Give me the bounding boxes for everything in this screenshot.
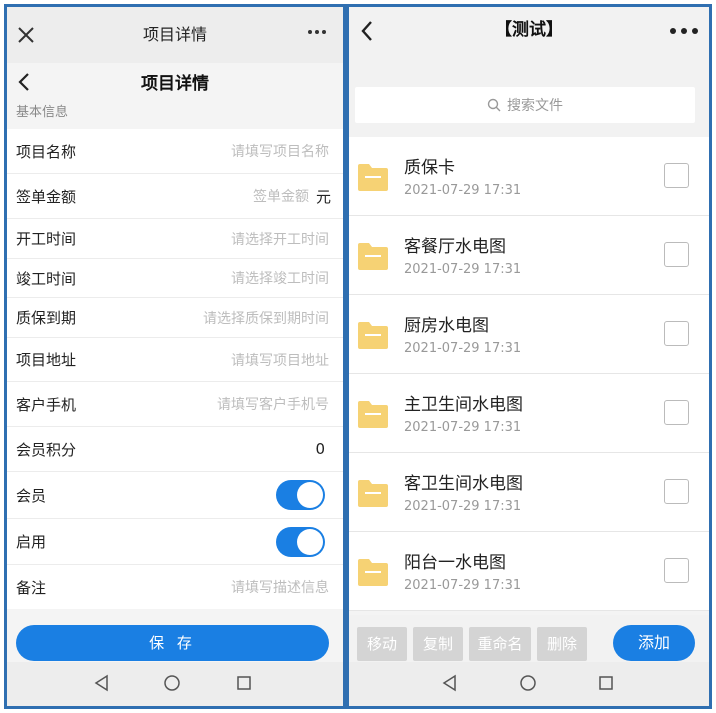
enabled-toggle[interactable] xyxy=(276,526,325,557)
nav-back-icon[interactable] xyxy=(441,674,459,692)
select-checkbox[interactable] xyxy=(664,321,689,346)
toggle-knob xyxy=(297,528,323,555)
field-remarks[interactable]: 备注 请填写描述信息 xyxy=(7,565,343,609)
file-name: 客卫生间水电图 xyxy=(404,474,523,494)
list-item[interactable]: 厨房水电图 2021-07-29 17:31 xyxy=(349,295,709,374)
list-item[interactable]: 客餐厅水电图 2021-07-29 17:31 xyxy=(349,216,709,295)
move-button[interactable]: 移动 xyxy=(357,627,407,661)
project-name-input[interactable]: 请填写项目名称 xyxy=(231,129,329,173)
delete-button[interactable]: 删除 xyxy=(537,627,587,661)
remarks-input[interactable]: 请填写描述信息 xyxy=(231,565,329,609)
completion-time-picker[interactable]: 请选择竣工时间 xyxy=(231,259,329,297)
field-warranty-expiry[interactable]: 质保到期 请选择质保到期时间 xyxy=(7,298,343,338)
file-list-screen: 【测试】 搜索文件 质保卡 2021-07-29 17:31 客餐厅水电图 20… xyxy=(346,4,712,709)
add-button[interactable]: 添加 xyxy=(613,625,695,661)
field-label: 项目名称 xyxy=(16,142,77,161)
search-area: 搜索文件 xyxy=(349,81,709,137)
folder-icon xyxy=(358,559,388,586)
member-toggle[interactable] xyxy=(276,480,325,510)
page-header: 项目详情 xyxy=(7,63,343,101)
toggle-knob xyxy=(297,482,323,508)
list-item[interactable]: 质保卡 2021-07-29 17:31 xyxy=(349,137,709,216)
warranty-expiry-picker[interactable]: 请选择质保到期时间 xyxy=(203,298,329,337)
folder-icon xyxy=(358,401,388,428)
folder-icon xyxy=(358,480,388,507)
contract-amount-input[interactable]: 签单金额 xyxy=(253,174,309,218)
page-title: 项目详情 xyxy=(141,74,209,94)
file-date: 2021-07-29 17:31 xyxy=(404,183,522,198)
field-contract-amount[interactable]: 签单金额 签单金额 元 xyxy=(7,174,343,219)
system-nav-bar xyxy=(7,662,343,706)
file-name: 客餐厅水电图 xyxy=(404,237,506,257)
select-checkbox[interactable] xyxy=(664,242,689,267)
file-name: 厨房水电图 xyxy=(404,316,489,336)
rename-button[interactable]: 重命名 xyxy=(469,627,531,661)
topbar-title: 项目详情 xyxy=(142,25,207,44)
currency-unit: 元 xyxy=(315,187,331,206)
nav-home-icon[interactable] xyxy=(519,674,537,692)
nav-recents-icon[interactable] xyxy=(597,674,615,692)
folder-icon xyxy=(358,164,388,191)
field-start-time[interactable]: 开工时间 请选择开工时间 xyxy=(7,219,343,259)
field-member: 会员 xyxy=(7,472,343,519)
select-checkbox[interactable] xyxy=(664,558,689,583)
field-enabled: 启用 xyxy=(7,519,343,565)
action-toolbar: 移动 复制 重命名 删除 添加 xyxy=(349,615,709,667)
field-label: 竣工时间 xyxy=(16,269,77,288)
select-checkbox[interactable] xyxy=(664,479,689,504)
save-button[interactable]: 保 存 xyxy=(16,625,329,661)
field-label: 会员 xyxy=(16,486,47,505)
more-icon[interactable] xyxy=(307,29,327,35)
field-project-name[interactable]: 项目名称 请填写项目名称 xyxy=(7,129,343,174)
folder-icon xyxy=(358,243,388,270)
project-address-input[interactable]: 请填写项目地址 xyxy=(231,338,329,381)
file-date: 2021-07-29 17:31 xyxy=(404,578,522,593)
file-date: 2021-07-29 17:31 xyxy=(404,341,522,356)
file-name: 质保卡 xyxy=(404,158,455,178)
field-completion-time[interactable]: 竣工时间 请选择竣工时间 xyxy=(7,259,343,298)
field-label: 客户手机 xyxy=(16,395,77,414)
app-topbar: 项目详情 xyxy=(7,7,343,63)
page-header: 【测试】 xyxy=(349,7,709,81)
file-date: 2021-07-29 17:31 xyxy=(404,262,522,277)
field-project-address[interactable]: 项目地址 请填写项目地址 xyxy=(7,338,343,382)
page-title: 【测试】 xyxy=(495,20,563,40)
file-name: 阳台一水电图 xyxy=(404,553,506,573)
more-icon[interactable] xyxy=(669,27,699,35)
member-points-value: 0 xyxy=(315,440,325,458)
field-label: 开工时间 xyxy=(16,230,77,248)
search-icon xyxy=(487,98,501,112)
list-item[interactable]: 主卫生间水电图 2021-07-29 17:31 xyxy=(349,374,709,453)
nav-recents-icon[interactable] xyxy=(235,674,253,692)
field-customer-phone[interactable]: 客户手机 请填写客户手机号 xyxy=(7,382,343,427)
start-time-picker[interactable]: 请选择开工时间 xyxy=(231,219,329,258)
list-item[interactable]: 阳台一水电图 2021-07-29 17:31 xyxy=(349,532,709,611)
search-input[interactable]: 搜索文件 xyxy=(355,87,695,123)
file-name: 主卫生间水电图 xyxy=(404,395,523,415)
project-form: 项目名称 请填写项目名称 签单金额 签单金额 元 开工时间 请选择开工时间 竣工… xyxy=(7,129,343,609)
copy-button[interactable]: 复制 xyxy=(413,627,463,661)
search-placeholder: 搜索文件 xyxy=(507,98,563,114)
field-label: 会员积分 xyxy=(16,440,77,459)
file-date: 2021-07-29 17:31 xyxy=(404,499,522,514)
field-label: 质保到期 xyxy=(16,309,77,327)
system-nav-bar xyxy=(349,662,709,706)
select-checkbox[interactable] xyxy=(664,163,689,188)
field-member-points: 会员积分 0 xyxy=(7,427,343,472)
select-checkbox[interactable] xyxy=(664,400,689,425)
nav-back-icon[interactable] xyxy=(93,674,111,692)
nav-home-icon[interactable] xyxy=(163,674,181,692)
list-item[interactable]: 客卫生间水电图 2021-07-29 17:31 xyxy=(349,453,709,532)
field-label: 备注 xyxy=(16,578,47,597)
file-list: 质保卡 2021-07-29 17:31 客餐厅水电图 2021-07-29 1… xyxy=(349,137,709,611)
project-detail-screen: 项目详情 项目详情 基本信息 项目名称 请填写项目名称 签单金额 签单金额 元 … xyxy=(4,4,346,709)
file-date: 2021-07-29 17:31 xyxy=(404,420,522,435)
section-label: 基本信息 xyxy=(16,105,69,120)
customer-phone-input[interactable]: 请填写客户手机号 xyxy=(217,382,329,426)
field-label: 签单金额 xyxy=(16,187,77,206)
field-label: 启用 xyxy=(16,533,47,551)
field-label: 项目地址 xyxy=(16,351,77,369)
folder-icon xyxy=(358,322,388,349)
